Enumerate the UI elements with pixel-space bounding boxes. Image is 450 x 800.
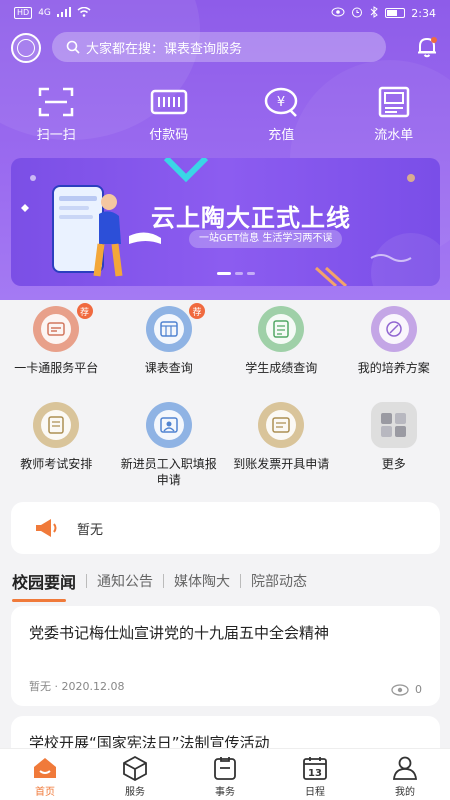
eye-icon (331, 7, 345, 20)
clipboard-icon (214, 757, 236, 780)
quick-scan-label: 扫一扫 (36, 128, 76, 143)
nav-affairs[interactable]: 事务 (180, 749, 270, 800)
wifi-icon (77, 6, 91, 20)
timetable-icon (145, 306, 192, 352)
home-icon (34, 758, 56, 778)
service-grades[interactable]: 学生成绩查询 (225, 306, 338, 398)
time-label: 2:34 (411, 6, 436, 20)
scan-icon (39, 87, 74, 117)
calendar-day: 13 (308, 768, 322, 779)
news-views: 0 (391, 683, 422, 696)
quick-payment-code[interactable]: 付款码 (113, 86, 226, 143)
tab-media[interactable]: 媒体陶大 (164, 571, 240, 591)
nav-home[interactable]: 首页 (0, 749, 90, 800)
search-icon (66, 40, 80, 54)
news-author: 暂无 (29, 680, 51, 693)
tab-department-news[interactable]: 院部动态 (241, 571, 317, 591)
network-label: 4G (38, 8, 51, 18)
nav-services[interactable]: 服务 (90, 749, 180, 800)
banner-title: 云上陶大正式上线 (151, 204, 351, 232)
service-label: 教师考试安排 (20, 457, 93, 471)
recommend-badge: 荐 (189, 303, 205, 319)
service-label: 更多 (381, 457, 406, 471)
campus-card-icon (33, 306, 80, 352)
training-plan-icon (370, 306, 417, 352)
bluetooth-icon (369, 5, 379, 21)
carousel-indicator (217, 272, 255, 275)
quick-recharge[interactable]: ¥ 充值 (225, 86, 338, 143)
service-label: 我的培养方案 (357, 361, 430, 375)
notice-bar[interactable]: 暂无 (11, 502, 440, 554)
quick-statement[interactable]: 流水单 (338, 86, 450, 143)
banner-subtitle: 一站GET信息 生活学习两不误 (189, 230, 343, 248)
recommend-badge: 荐 (76, 303, 93, 319)
bell-icon[interactable] (414, 34, 440, 60)
service-timetable[interactable]: 荐 课表查询 (113, 303, 226, 398)
status-bar: HD 4G 2:34 (0, 0, 450, 26)
search-bar[interactable]: 大家都在搜：课表查询服务 (52, 32, 386, 62)
news-meta: 暂无 · 2020.12.08 (29, 680, 125, 693)
university-logo (11, 33, 41, 63)
nav-affairs-label: 事务 (215, 787, 235, 798)
teacher-exam-icon (33, 402, 80, 448)
recharge-icon: ¥ (265, 87, 298, 117)
user-icon (393, 756, 417, 780)
tab-notices[interactable]: 通知公告 (87, 571, 163, 591)
news-card[interactable]: 党委书记梅仕灿宣讲党的十九届五中全会精神 暂无 · 2020.12.08 0 (11, 606, 440, 706)
promo-banner[interactable]: 云上陶大正式上线 一站GET信息 生活学习两不误 (11, 158, 440, 286)
quick-scan[interactable]: 扫一扫 (0, 86, 113, 143)
more-grid-icon (370, 402, 417, 448)
news-title: 党委书记梅仕灿宣讲党的十九届五中全会精神 (29, 624, 330, 642)
bottom-nav: 首页 服务 事务 13 日程 我的 (0, 748, 450, 800)
service-training-plan[interactable]: 我的培养方案 (338, 306, 450, 398)
news-tabs: 校园要闻 通知公告 媒体陶大 院部动态 (12, 566, 442, 602)
megaphone-icon (36, 519, 57, 537)
service-teacher-exam[interactable]: 教师考试安排 (0, 402, 113, 494)
service-label: 新进员工入职填报申请 (120, 457, 217, 487)
service-label: 学生成绩查询 (245, 361, 318, 375)
service-staff-onboarding[interactable]: 新进员工入职填报申请 (113, 402, 226, 494)
alarm-icon (351, 6, 363, 21)
quick-statement-label: 流水单 (374, 128, 414, 143)
nav-profile[interactable]: 我的 (360, 749, 450, 800)
carrier-label: HD (14, 7, 33, 19)
onboarding-icon (145, 402, 192, 448)
statement-icon (378, 86, 409, 118)
quick-recharge-label: 充值 (268, 128, 295, 143)
quick-actions: 扫一扫 付款码 ¥ 充值 流水单 (0, 86, 450, 143)
barcode-icon (150, 89, 187, 115)
svg-text:¥: ¥ (277, 95, 285, 110)
notice-text: 暂无 (77, 522, 104, 538)
invoice-icon (258, 402, 305, 448)
service-label: 到账发票开具申请 (233, 457, 330, 471)
nav-services-label: 服务 (125, 787, 145, 798)
signal-icon (56, 6, 71, 20)
nav-schedule[interactable]: 13 日程 (270, 749, 360, 800)
service-label: 一卡通服务平台 (14, 361, 99, 375)
nav-schedule-label: 日程 (305, 787, 325, 798)
top-bar: 大家都在搜：课表查询服务 (0, 30, 450, 66)
grades-icon (258, 306, 305, 352)
quick-payment-label: 付款码 (149, 128, 189, 143)
search-placeholder: 大家都在搜：课表查询服务 (86, 41, 243, 57)
service-label: 课表查询 (144, 361, 193, 375)
tab-campus-news[interactable]: 校园要闻 (12, 569, 86, 602)
nav-profile-label: 我的 (395, 787, 415, 798)
news-date: 2020.12.08 (61, 680, 125, 693)
battery-icon (385, 8, 406, 18)
news-view-count: 0 (415, 683, 422, 696)
eye-icon (391, 683, 409, 696)
service-invoice[interactable]: 到账发票开具申请 (225, 402, 338, 494)
nav-home-label: 首页 (35, 787, 55, 798)
service-campus-card[interactable]: 荐 一卡通服务平台 (0, 303, 113, 398)
calendar-icon: 13 (303, 757, 327, 780)
service-more[interactable]: 更多 (338, 402, 450, 494)
cube-icon (123, 755, 147, 781)
services-grid: 荐 一卡通服务平台 荐 课表查询 学生成绩查询 我的培养方案 教师考试安排 新进… (0, 303, 450, 494)
